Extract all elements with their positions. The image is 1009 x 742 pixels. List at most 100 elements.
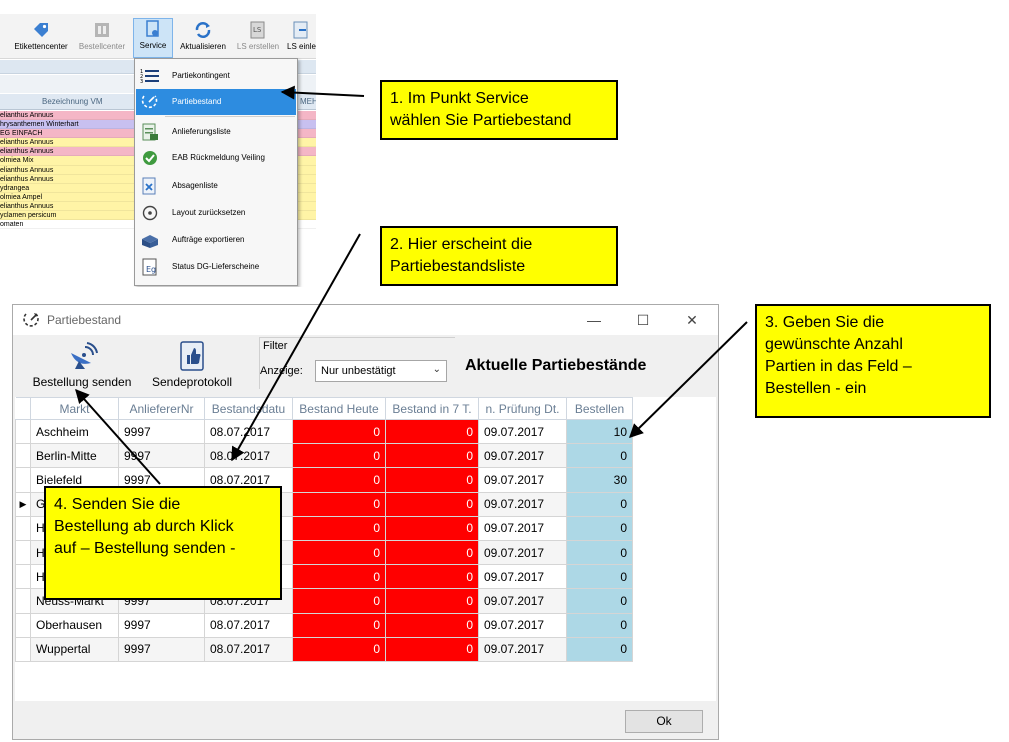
col-bestand-7t[interactable]: Bestand in 7 T. xyxy=(385,397,479,420)
cell-markt: Berlin-Mitte xyxy=(30,443,119,469)
row-selector xyxy=(15,588,31,614)
menu-item-aufträge-exportieren[interactable]: Aufträge exportieren xyxy=(136,227,296,253)
cell-anlieferernr: 9997 xyxy=(118,443,205,469)
svg-text:3: 3 xyxy=(140,79,143,85)
cell-bestand-7t: 0 xyxy=(385,588,479,614)
aktualisieren-button[interactable]: Aktualisieren xyxy=(177,20,229,58)
col-pruefung-dt[interactable]: n. Prüfung Dt. xyxy=(478,397,567,420)
cell-pruefung-dt: 09.07.2017 xyxy=(478,588,567,614)
anzeige-label: Anzeige: xyxy=(260,365,303,377)
cell-pruefung-dt: 09.07.2017 xyxy=(478,515,567,541)
cell-pruefung-dt: 09.07.2017 xyxy=(478,564,567,590)
service-icon xyxy=(146,20,159,37)
ok-button[interactable]: Ok xyxy=(625,710,703,733)
menu-separator xyxy=(165,116,295,117)
cell-pruefung-dt: 09.07.2017 xyxy=(478,467,567,493)
cell-bestellen[interactable]: 0 xyxy=(566,636,633,662)
cell-bestandsdatum: 08.07.2017 xyxy=(204,636,293,662)
menu-item-absagenliste[interactable]: Absagenliste xyxy=(136,173,296,199)
cell-markt: Aschheim xyxy=(30,418,119,445)
col-anlieferernr[interactable]: AnliefererNr xyxy=(118,397,205,420)
col-bestand-heute[interactable]: Bestand Heute xyxy=(292,397,386,420)
etikettencenter-button[interactable]: Etikettencenter xyxy=(10,20,72,58)
cell-bestandsdatum: 08.07.2017 xyxy=(204,612,293,638)
refresh-icon xyxy=(195,22,211,38)
table-row[interactable]: Aschheim 9997 08.07.2017 0 0 09.07.2017 10 xyxy=(15,418,633,445)
menu-item-anlieferungsliste[interactable]: Anlieferungsliste xyxy=(136,119,296,145)
col-bestellen[interactable]: Bestellen xyxy=(566,397,633,420)
thumbs-up-document-icon xyxy=(180,341,204,371)
maximize-button[interactable]: ☐ xyxy=(628,309,658,331)
svg-text:Eg: Eg xyxy=(146,265,156,274)
cell-markt: Wuppertal xyxy=(30,636,119,662)
maximize-icon: ☐ xyxy=(636,312,650,328)
cell-bestand-heute: 0 xyxy=(292,515,386,541)
cell-bestellen[interactable]: 0 xyxy=(566,515,633,541)
svg-text:LS: LS xyxy=(253,26,262,34)
chevron-down-icon: ⌄ xyxy=(432,364,441,375)
service-menu-screenshot: Etikettencenter Bestellcenter Service Ak… xyxy=(0,14,316,287)
col-bestandsdatum[interactable]: Bestandsdatu xyxy=(204,397,293,420)
ls-einlesen-button[interactable]: LS einle xyxy=(287,20,316,58)
cell-pruefung-dt: 09.07.2017 xyxy=(478,636,567,662)
cell-bestellen[interactable]: 10 xyxy=(566,418,633,445)
partie-stock-icon xyxy=(23,313,39,327)
cell-bestellen[interactable]: 0 xyxy=(566,612,633,638)
callout-step-4: 4. Senden Sie die Bestellung ab durch Kl… xyxy=(44,486,282,600)
bestellung-senden-button[interactable]: Bestellung senden xyxy=(27,339,137,393)
order-center-icon xyxy=(95,23,109,37)
cell-pruefung-dt: 09.07.2017 xyxy=(478,491,567,517)
row-selector xyxy=(15,636,31,662)
callout-step-1: 1. Im Punkt Service wählen Sie Partiebes… xyxy=(380,80,618,140)
cell-bestellen[interactable]: 0 xyxy=(566,564,633,590)
cell-bestand-7t: 0 xyxy=(385,539,479,566)
cell-bestand-7t: 0 xyxy=(385,612,479,638)
anzeige-select[interactable]: Nur unbestätigt ⌄ xyxy=(315,360,447,382)
close-button[interactable]: ✕ xyxy=(677,309,707,331)
menu-item-eab-rückmeldung-veiling[interactable]: EAB Rückmeldung Veiling xyxy=(136,145,296,171)
bestellcenter-button[interactable]: Bestellcenter xyxy=(76,20,128,58)
cell-bestellen[interactable]: 0 xyxy=(566,539,633,566)
ls-erstellen-button[interactable]: LS LS erstellen xyxy=(235,20,281,58)
cell-bestand-heute: 0 xyxy=(292,612,386,638)
cell-bestellen[interactable]: 0 xyxy=(566,491,633,517)
service-button[interactable]: Service xyxy=(133,18,173,58)
satellite-dish-icon xyxy=(71,342,98,369)
cell-bestand-heute: 0 xyxy=(292,443,386,469)
ls-import-icon xyxy=(293,21,308,39)
cell-bestand-heute: 0 xyxy=(292,636,386,662)
row-selector xyxy=(15,612,31,638)
table-row[interactable]: Oberhausen 9997 08.07.2017 0 0 09.07.2017 0 xyxy=(15,612,633,638)
cell-bestand-7t: 0 xyxy=(385,564,479,590)
menu-item-partiekontingent[interactable]: 1 2 3 Partiekontingent xyxy=(136,63,296,89)
table-header-row: Markt AnliefererNr Bestandsdatu Bestand … xyxy=(15,397,633,420)
sendeprotokoll-button[interactable]: Sendeprotokoll xyxy=(145,339,239,393)
cell-bestellen[interactable]: 0 xyxy=(566,443,633,469)
cell-anlieferernr: 9997 xyxy=(118,636,205,662)
row-selector xyxy=(15,515,31,541)
table-row[interactable]: Berlin-Mitte 9997 08.07.2017 0 0 09.07.2017 0 xyxy=(15,443,633,469)
table-row[interactable]: Wuppertal 9997 08.07.2017 0 0 09.07.2017 0 xyxy=(15,636,633,662)
cell-pruefung-dt: 09.07.2017 xyxy=(478,443,567,469)
cell-bestand-7t: 0 xyxy=(385,636,479,662)
label-tag-icon xyxy=(34,23,48,37)
menu-item-layout-zurücksetzen[interactable]: Layout zurücksetzen xyxy=(136,200,296,226)
dialog-toolbar: Bestellung senden Sendeprotokoll Filter … xyxy=(13,335,718,395)
cell-bestand-7t: 0 xyxy=(385,443,479,469)
menu-item-status-dg-lieferscheine[interactable]: Eg Status DG-Lieferscheine xyxy=(136,254,296,280)
cell-bestand-7t: 0 xyxy=(385,515,479,541)
cell-anlieferernr: 9997 xyxy=(118,418,205,445)
service-dropdown-menu: 1 2 3 Partiekontingent Partiebestand Anliefer… xyxy=(134,58,298,286)
cell-bestellen[interactable]: 0 xyxy=(566,588,633,614)
row-selector xyxy=(15,539,31,566)
menu-item-partiebestand[interactable]: Partiebestand xyxy=(136,89,296,115)
row-selector xyxy=(15,467,31,493)
minimize-button[interactable]: — xyxy=(579,309,609,331)
cell-anlieferernr: 9997 xyxy=(118,612,205,638)
dialog-title: Partiebestand xyxy=(47,313,122,327)
cell-pruefung-dt: 09.07.2017 xyxy=(478,418,567,445)
col-markt[interactable]: Markt xyxy=(30,397,119,420)
cell-pruefung-dt: 09.07.2017 xyxy=(478,539,567,566)
cell-bestellen[interactable]: 30 xyxy=(566,467,633,493)
callout-step-2: 2. Hier erscheint die Partiebestandslist… xyxy=(380,226,618,286)
